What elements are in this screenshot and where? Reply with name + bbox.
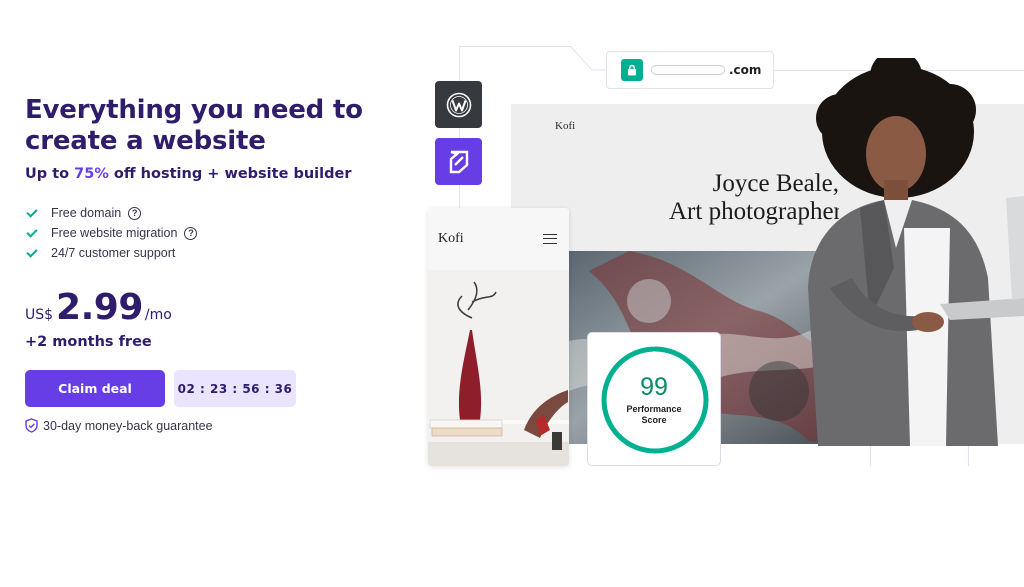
price-row: US$ 2.99 /mo [25,287,405,328]
money-back-guarantee: 30-day money-back guarantee [25,418,405,433]
menu-icon[interactable] [543,234,557,244]
headline-line-1: Everything you need to [25,95,363,125]
wordpress-tile [435,81,482,128]
mobile-site-preview: Kofi [428,208,569,466]
score-label: Performance Score [588,404,720,426]
check-icon [26,225,38,238]
price-period: /mo [144,307,172,323]
check-icon [26,245,38,258]
wordpress-icon [446,92,471,117]
feature-label: Free domain [51,206,122,220]
hero-section: Everything you need to create a website … [25,95,405,433]
mobile-site-logo: Kofi [438,231,464,246]
shield-icon [25,418,38,433]
domain-url-bar: .com [606,51,774,89]
score-label-line-1: Performance [626,404,682,414]
domain-extension: .com [729,63,762,77]
feature-item: Free website migration ? [25,223,405,243]
feature-label: 24/7 customer support [51,246,176,260]
guarantee-text: 30-day money-back guarantee [43,418,213,433]
headline-line-2: create a website [25,126,266,156]
price-currency: US$ [25,307,54,323]
person-with-laptop-photo [808,58,1024,446]
grid-line [459,46,571,47]
bonus-offer: +2 months free [25,334,152,350]
feature-item: Free domain ? [25,203,405,223]
website-builder-icon [449,150,468,173]
grid-connector [570,46,610,71]
cta-row: Claim deal 02 : 23 : 56 : 36 [25,370,405,407]
discount-highlight: 75% [74,166,109,182]
help-icon[interactable]: ? [128,206,142,220]
feature-label: Free website migration [51,226,178,240]
grid-line [968,444,969,466]
lock-icon [621,59,643,81]
website-builder-tile [435,138,482,185]
subline-suffix: off hosting + website builder [108,166,352,182]
vase-photo [428,270,569,466]
price-amount: 2.99 [56,287,143,328]
site-logo: Kofi [555,120,576,132]
grid-line [870,444,871,466]
countdown-timer: 02 : 23 : 56 : 36 [174,370,296,407]
mobile-header: Kofi [428,208,569,270]
check-icon [26,205,38,218]
subline-prefix: Up to [25,166,75,182]
help-icon[interactable]: ? [184,226,198,240]
url-field [651,65,725,75]
score-label-line-2: Score [641,415,667,425]
score-value: 99 [640,373,668,401]
hero-subline: Up to 75% off hosting + website builder [25,166,405,182]
feature-list: Free domain ? Free website migration ? 2… [25,203,405,263]
performance-score-card: 99 Performance Score [587,332,721,466]
hero-headline: Everything you need to create a website [25,95,405,157]
claim-deal-button[interactable]: Claim deal [25,370,165,407]
feature-item: 24/7 customer support [25,243,405,263]
